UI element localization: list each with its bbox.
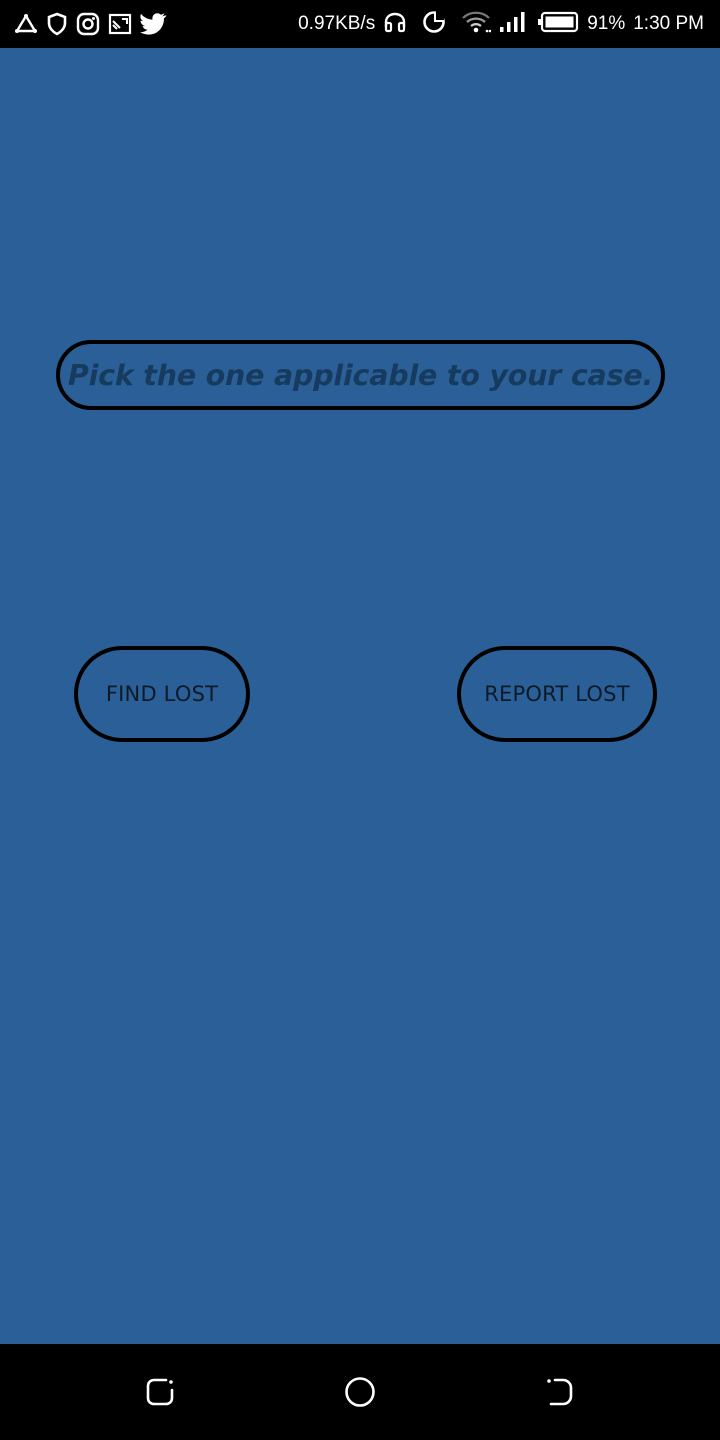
clock: 1:30 PM <box>633 13 704 34</box>
home-icon[interactable] <box>340 1372 380 1412</box>
system-status: 0.97KB/s 91% 1:30 PM <box>298 9 704 40</box>
battery-percent: 91% <box>587 13 626 34</box>
screencast-icon <box>108 13 132 35</box>
report-lost-button[interactable]: REPORT LOST <box>457 646 657 742</box>
prompt-banner: Pick the one applicable to your case. <box>56 340 665 410</box>
twitter-icon <box>140 12 168 36</box>
triangle-icon <box>14 13 38 35</box>
app-content: Pick the one applicable to your case. FI… <box>0 48 720 1344</box>
headphones-icon <box>383 11 407 38</box>
shield-icon <box>46 12 68 36</box>
report-lost-label: REPORT LOST <box>484 682 630 706</box>
network-speed: 0.97KB/s <box>298 13 376 34</box>
instagram-icon <box>76 12 100 36</box>
recent-apps-icon[interactable] <box>140 1372 180 1412</box>
notification-icons <box>14 12 176 36</box>
wifi-icon <box>461 10 492 39</box>
back-icon[interactable] <box>539 1372 579 1412</box>
find-lost-button[interactable]: FIND LOST <box>74 646 250 742</box>
data-saver-icon <box>421 9 447 40</box>
status-bar: 0.97KB/s 91% 1:30 PM <box>0 0 720 48</box>
find-lost-label: FIND LOST <box>105 682 219 706</box>
navigation-bar <box>0 1344 720 1440</box>
prompt-text: Pick the one applicable to your case. <box>67 358 654 392</box>
signal-icon <box>499 10 527 39</box>
battery-icon <box>537 11 579 38</box>
